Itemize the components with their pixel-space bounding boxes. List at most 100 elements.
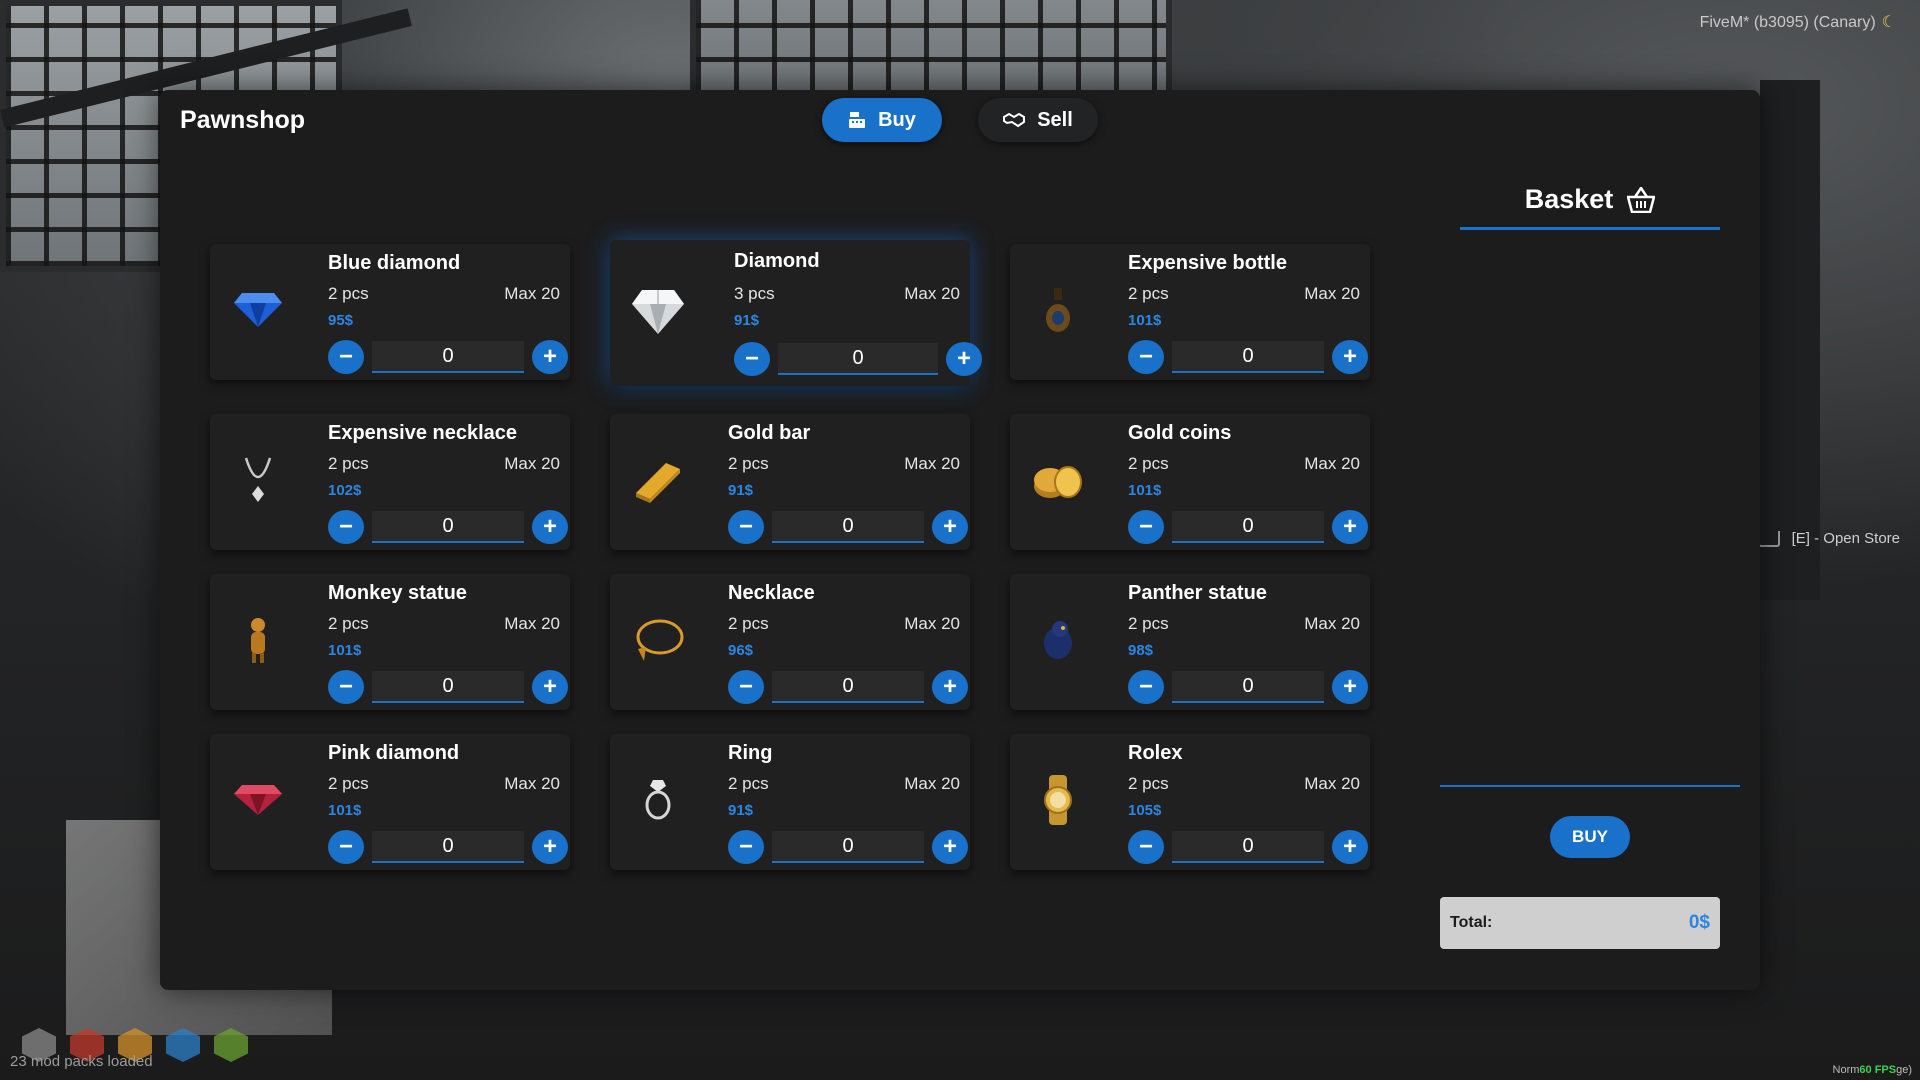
- item-stock: 2 pcs: [728, 614, 769, 633]
- item-name: Gold bar: [728, 422, 811, 444]
- item-name: Pink diamond: [328, 742, 460, 764]
- item-price: 101$: [328, 642, 362, 659]
- buy-button[interactable]: BUY: [1550, 816, 1630, 858]
- item-max: Max 20: [904, 284, 960, 303]
- item-max: Max 20: [904, 454, 960, 473]
- item-stock: 2 pcs: [328, 774, 369, 793]
- quantity-input[interactable]: [372, 671, 524, 703]
- quantity-stepper: − +: [1128, 830, 1368, 864]
- item-stock: 2 pcs: [1128, 284, 1169, 303]
- increase-button[interactable]: +: [932, 510, 968, 544]
- quantity-input[interactable]: [1172, 511, 1324, 543]
- decrease-button[interactable]: −: [728, 510, 764, 544]
- background-beam: [1760, 80, 1820, 600]
- increase-button[interactable]: +: [1332, 510, 1368, 544]
- item-max: Max 20: [504, 774, 560, 793]
- increase-button[interactable]: +: [532, 830, 568, 864]
- increase-button[interactable]: +: [932, 670, 968, 704]
- item-price: 95$: [328, 312, 354, 329]
- item-name: Monkey statue: [328, 582, 467, 604]
- gold-bar-icon: [630, 452, 686, 508]
- quantity-input[interactable]: [372, 511, 524, 543]
- increase-button[interactable]: +: [1332, 340, 1368, 374]
- fps-counter: Norm60 FPSge): [1832, 1064, 1912, 1076]
- gold-coins-icon: [1030, 452, 1086, 508]
- item-card-expensive-bottle: Expensive bottle 2 pcs Max 20 101$ − +: [1010, 244, 1370, 380]
- quantity-input[interactable]: [778, 343, 938, 375]
- necklace-icon: [230, 452, 286, 508]
- item-price: 91$: [728, 482, 754, 499]
- quantity-input[interactable]: [772, 511, 924, 543]
- increase-button[interactable]: +: [946, 342, 982, 376]
- item-stock: 2 pcs: [328, 454, 369, 473]
- cash-register-icon: [849, 112, 866, 128]
- increase-button[interactable]: +: [1332, 670, 1368, 704]
- increase-button[interactable]: +: [532, 510, 568, 544]
- item-max: Max 20: [1304, 774, 1360, 793]
- decrease-button[interactable]: −: [328, 830, 364, 864]
- basket-icon: [1627, 186, 1656, 213]
- item-stock: 2 pcs: [728, 774, 769, 793]
- item-price: 96$: [728, 642, 754, 659]
- quantity-input[interactable]: [1172, 671, 1324, 703]
- quantity-input[interactable]: [1172, 341, 1324, 373]
- quantity-input[interactable]: [772, 831, 924, 863]
- item-grid: Blue diamond 2 pcs Max 20 95$ − + Diamon…: [210, 240, 1370, 870]
- item-max: Max 20: [1304, 454, 1360, 473]
- panther-statue-icon: [1030, 612, 1086, 668]
- item-stock: 2 pcs: [1128, 614, 1169, 633]
- item-card-necklace: Necklace 2 pcs Max 20 96$ − +: [610, 574, 970, 710]
- increase-button[interactable]: +: [932, 830, 968, 864]
- decrease-button[interactable]: −: [1128, 830, 1164, 864]
- quantity-stepper: − +: [1128, 340, 1368, 374]
- item-name: Expensive necklace: [328, 422, 518, 444]
- increase-button[interactable]: +: [532, 670, 568, 704]
- tab-buy[interactable]: Buy: [822, 98, 942, 142]
- item-name: Expensive bottle: [1128, 252, 1287, 274]
- build-info: FiveM* (b3095) (Canary) ☾: [1699, 14, 1896, 31]
- quantity-stepper: − +: [328, 830, 568, 864]
- quantity-stepper: − +: [728, 830, 968, 864]
- basket-icon: [1757, 530, 1780, 547]
- decrease-button[interactable]: −: [728, 670, 764, 704]
- item-card-blue-diamond: Blue diamond 2 pcs Max 20 95$ − +: [210, 244, 570, 380]
- total-label: Total:: [1450, 914, 1493, 931]
- item-stock: 3 pcs: [734, 284, 775, 303]
- item-card-gold-coins: Gold coins 2 pcs Max 20 101$ − +: [1010, 414, 1370, 550]
- increase-button[interactable]: +: [1332, 830, 1368, 864]
- item-price: 98$: [1128, 642, 1154, 659]
- item-card-pink-diamond: Pink diamond 2 pcs Max 20 101$ − +: [210, 734, 570, 870]
- item-stock: 2 pcs: [728, 454, 769, 473]
- item-max: Max 20: [504, 284, 560, 303]
- item-card-expensive-necklace: Expensive necklace 2 pcs Max 20 102$ − +: [210, 414, 570, 550]
- increase-button[interactable]: +: [532, 340, 568, 374]
- decrease-button[interactable]: −: [1128, 670, 1164, 704]
- decrease-button[interactable]: −: [1128, 340, 1164, 374]
- basket-divider: [1440, 785, 1740, 787]
- tab-bar: Buy Sell: [822, 98, 1098, 142]
- quantity-stepper: − +: [728, 510, 968, 544]
- decrease-button[interactable]: −: [728, 830, 764, 864]
- item-price: 91$: [728, 802, 754, 819]
- tab-sell[interactable]: Sell: [978, 98, 1098, 142]
- item-max: Max 20: [504, 454, 560, 473]
- quantity-input[interactable]: [772, 671, 924, 703]
- quantity-input[interactable]: [372, 831, 524, 863]
- decrease-button[interactable]: −: [1128, 510, 1164, 544]
- item-card-ring: Ring 2 pcs Max 20 91$ − +: [610, 734, 970, 870]
- diamond-icon: [630, 284, 686, 340]
- decrease-button[interactable]: −: [328, 510, 364, 544]
- item-price: 101$: [328, 802, 362, 819]
- decrease-button[interactable]: −: [328, 340, 364, 374]
- background-arch-window: [690, 0, 1172, 102]
- blue-diamond-icon: [230, 282, 286, 338]
- quantity-input[interactable]: [1172, 831, 1324, 863]
- pink-diamond-icon: [230, 772, 286, 828]
- pawnshop-panel: Pawnshop Buy Sell Blue diamond 2 pcs Max…: [160, 90, 1760, 990]
- decrease-button[interactable]: −: [734, 342, 770, 376]
- quantity-input[interactable]: [372, 341, 524, 373]
- item-stock: 2 pcs: [1128, 774, 1169, 793]
- item-card-rolex: Rolex 2 pcs Max 20 105$ − +: [1010, 734, 1370, 870]
- decrease-button[interactable]: −: [328, 670, 364, 704]
- mod-packs-status: 23 mod packs loaded: [10, 1053, 153, 1070]
